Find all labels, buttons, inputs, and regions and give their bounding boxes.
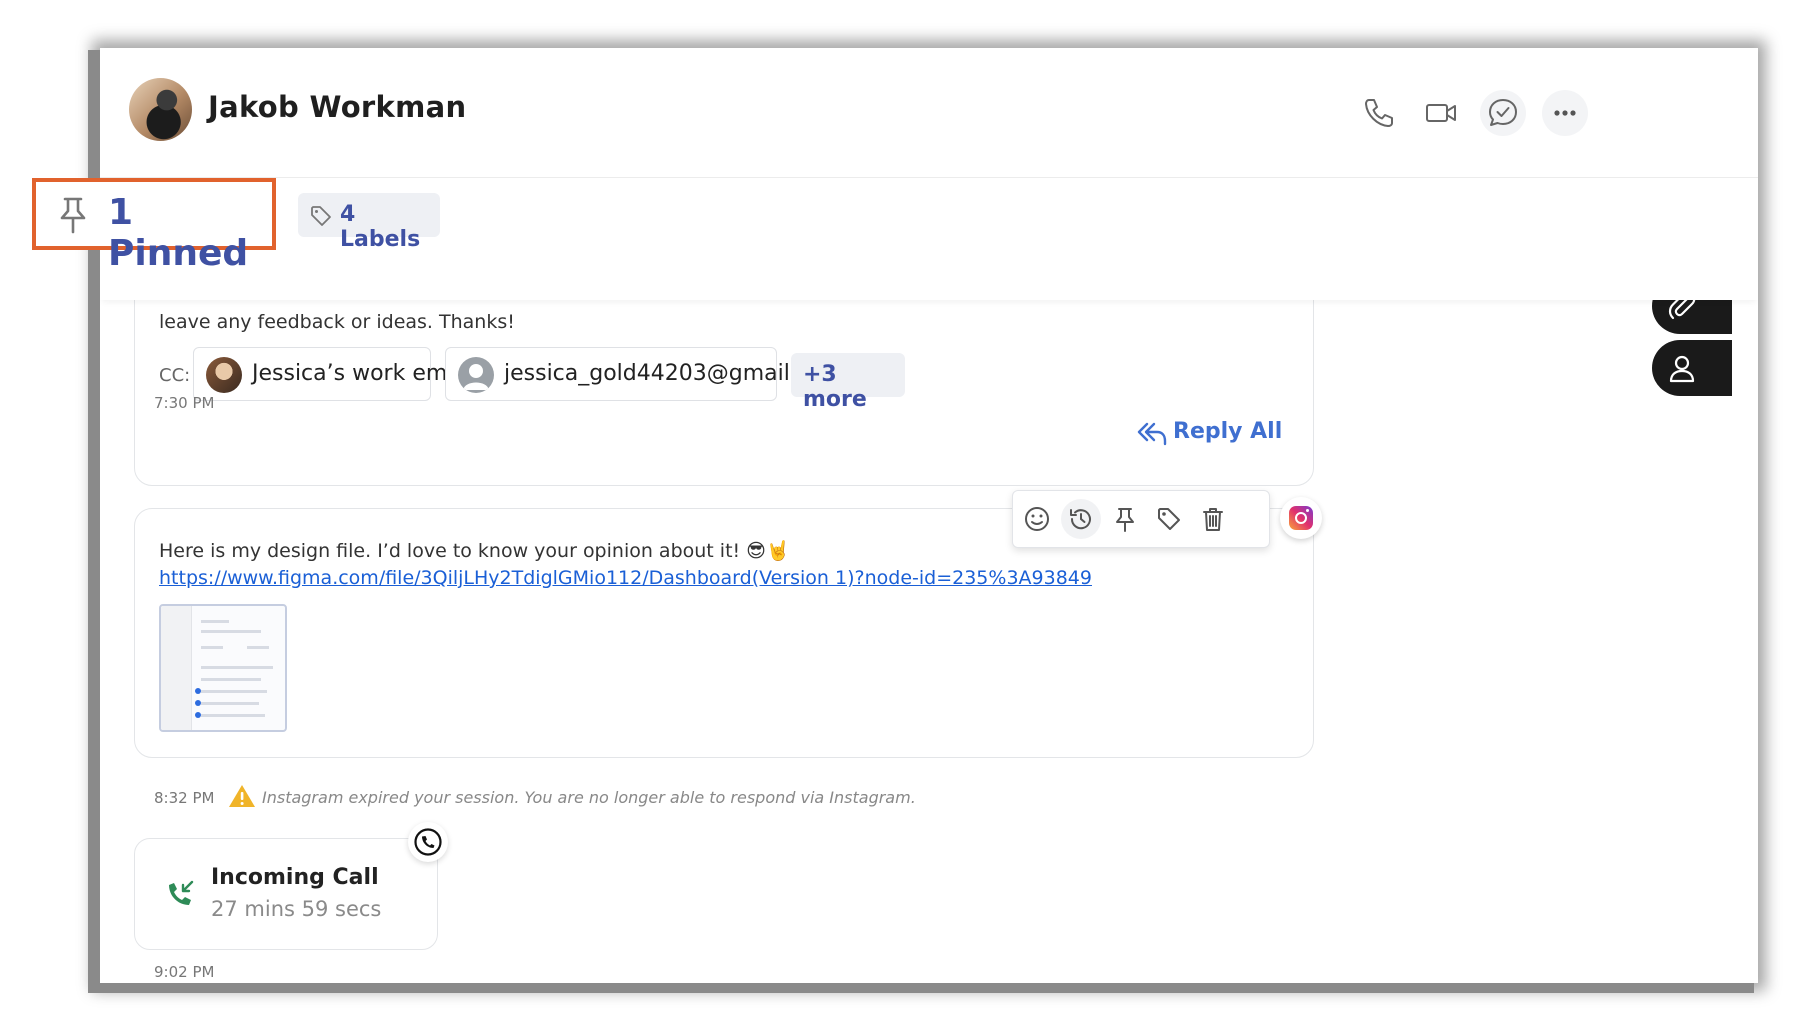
avatar[interactable] [129,78,192,141]
user-avatar-icon [458,357,494,393]
labels-button[interactable]: 4 Labels [298,193,440,252]
tag-icon [311,206,331,226]
video-call-button[interactable] [1418,90,1464,136]
avatar [206,357,242,393]
figma-link[interactable]: https://www.figma.com/file/3QiljLHy2Tdig… [159,567,1092,589]
call-channel-badge [408,822,448,862]
chat-check-icon [1489,99,1517,126]
call-timestamp: 9:02 PM [154,963,215,981]
video-icon [1426,104,1456,122]
history-icon [1070,509,1091,530]
tag-icon [1158,508,1180,530]
pinned-messages-button[interactable]: 1 Pinned [32,178,276,274]
more-icon [1554,110,1576,116]
cc-chip-label: Jessica’s work email [252,361,473,386]
instagram-channel-badge [1280,497,1322,539]
delete-button[interactable] [1193,499,1233,539]
session-warning-text: Instagram expired your session. You are … [262,788,916,807]
react-button[interactable] [1017,499,1057,539]
contact-name: Jakob Workman [208,90,467,124]
contact-info-button[interactable] [1652,340,1732,396]
cc-chip-gmail[interactable]: jessica_gold44203@gmail.com [445,347,844,401]
call-duration: 27 mins 59 secs [211,897,382,921]
cc-label: CC: [159,365,191,386]
incoming-call-icon [169,880,194,905]
user-icon [1669,355,1695,383]
history-button[interactable] [1061,499,1101,539]
labels-count-label: 4 Labels [340,202,421,252]
cc-more-label: +3 more [803,362,867,412]
email-body-text: leave any feedback or ideas. Thanks! [159,311,515,333]
conversation-header: Jakob Workman [100,48,1758,178]
pin-icon [1116,508,1134,532]
design-file-thumbnail[interactable] [159,604,287,732]
trash-icon [1203,508,1223,531]
call-button[interactable] [1356,90,1402,136]
conversation-panel: leave any feedback or ideas. Thanks! CC:… [100,48,1758,983]
reply-all-icon [1137,422,1167,446]
pinned-count-label: 1 Pinned [108,192,249,274]
pin-icon [60,197,86,234]
reply-all-label: Reply All [1173,419,1283,444]
design-message-text: Here is my design file. I’d love to know… [159,540,790,562]
phone-icon [414,828,442,856]
more-options-button[interactable] [1542,90,1588,136]
pin-button[interactable] [1105,499,1145,539]
cc-more-button[interactable]: +3 more [791,353,905,412]
instagram-icon [1289,506,1313,530]
message-actions-toolbar [1012,490,1270,548]
chat-button[interactable] [1480,90,1526,136]
warning-icon [229,785,255,807]
design-timestamp: 8:32 PM [154,789,215,807]
smile-icon [1025,507,1049,531]
phone-icon [1365,99,1393,127]
label-button[interactable] [1149,499,1189,539]
incoming-call-card: Incoming Call 27 mins 59 secs [134,838,438,950]
cc-chip-work-email[interactable]: Jessica’s work email [193,347,473,401]
call-title: Incoming Call [211,865,379,890]
email-timestamp: 7:30 PM [154,394,215,412]
